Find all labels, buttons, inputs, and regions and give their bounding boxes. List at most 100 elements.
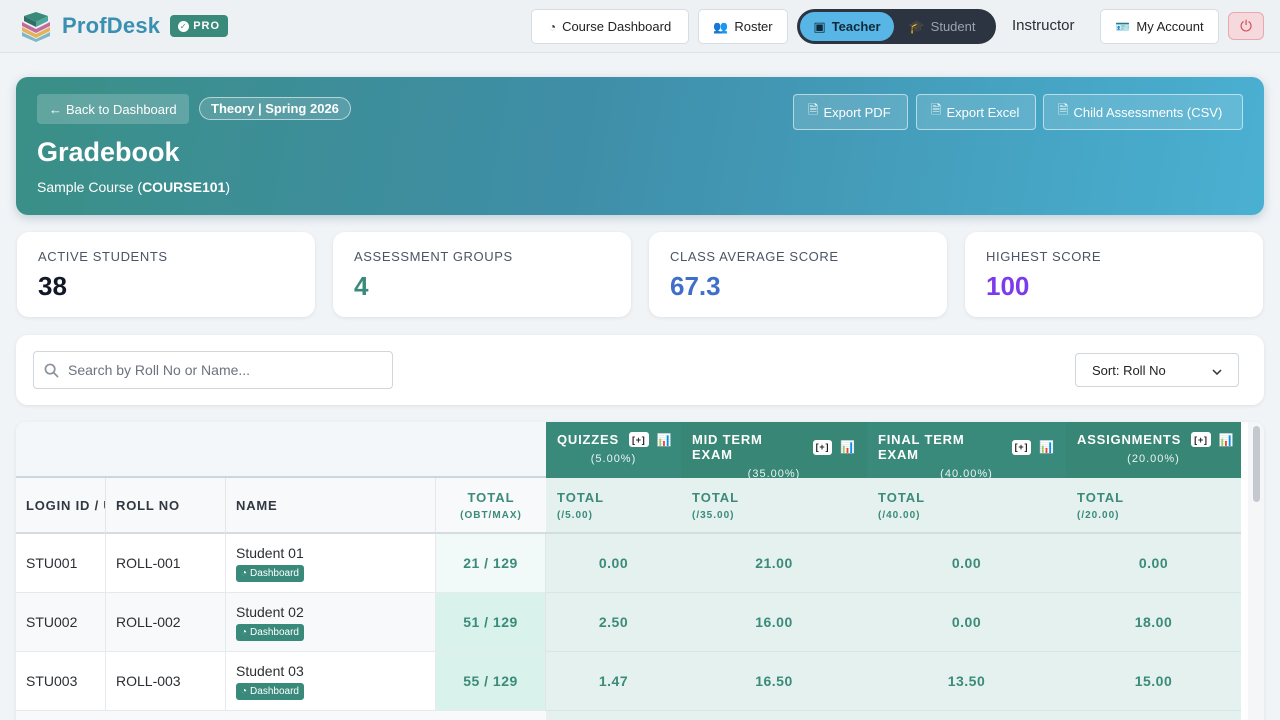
power-icon: ⏻ — [1240, 17, 1252, 35]
course-name: Sample Course — [37, 179, 134, 195]
graduation-cap-icon: 🎓 — [908, 18, 925, 34]
expand-group-button[interactable]: [+] — [1191, 432, 1211, 447]
cell-score-quizzes[interactable]: 1.47 — [546, 652, 681, 711]
student-dashboard-button[interactable]: ◔ Dashboard — [236, 623, 304, 641]
group-name: QUIZZES — [557, 432, 619, 447]
cell-score-quizzes[interactable]: 0.00 — [546, 534, 681, 593]
brand-name: ProfDesk — [62, 13, 161, 38]
cell-roll: ROLL-001 — [106, 534, 226, 593]
cell-score-final-term[interactable]: 13.50 — [867, 652, 1066, 711]
cell-score-assignments[interactable]: 15.00 — [1066, 652, 1241, 711]
student-name[interactable]: Student 01 — [236, 545, 304, 561]
bar-chart-icon[interactable]: 📊 — [1039, 440, 1055, 454]
cell-score-mid-term[interactable]: 16.50 — [681, 652, 867, 711]
table-row-partial — [16, 711, 546, 720]
group-name: FINAL TERM EXAM — [878, 432, 965, 462]
column-header-quizzes-total[interactable]: TOTAL (/5.00) — [546, 478, 681, 534]
roster-button[interactable]: 👥 Roster — [698, 9, 788, 44]
total-label: TOTAL — [467, 489, 515, 505]
gauge-icon: ◔ — [241, 685, 248, 697]
stat-label: HIGHEST SCORE — [986, 249, 1102, 264]
stat-card-highest-score: HIGHEST SCORE 100 — [965, 232, 1263, 317]
cell-score-final-term[interactable]: 0.00 — [867, 534, 1066, 593]
cell-score-assignments[interactable]: 18.00 — [1066, 593, 1241, 652]
column-header-roll[interactable]: ROLL NO — [106, 478, 226, 534]
term-badge: Theory | Spring 2026 — [199, 97, 351, 120]
export-excel-button[interactable]: 🗎 Export Excel — [916, 94, 1036, 130]
cell-roll: ROLL-002 — [106, 593, 226, 652]
column-header-name[interactable]: NAME — [226, 478, 436, 534]
cell-login: STU002 — [16, 593, 106, 652]
cell-score-final-term[interactable]: 0.00 — [867, 593, 1066, 652]
group-header-assignments: ASSIGNMENTS [+] 📊 (20.00%) — [1066, 422, 1241, 478]
table-row-partial-scores — [546, 711, 1241, 720]
expand-group-button[interactable]: [+] — [812, 439, 833, 455]
column-header-mid-term-total[interactable]: TOTAL (/35.00) — [681, 478, 867, 534]
role-teacher-option[interactable]: ▣ Teacher — [800, 12, 894, 41]
search-input[interactable] — [68, 362, 378, 378]
export-pdf-label: Export PDF — [823, 104, 891, 120]
student-dashboard-button[interactable]: ◔ Dashboard — [236, 682, 304, 700]
column-header-login[interactable]: LOGIN ID / USERNAME — [16, 478, 106, 534]
column-header-final-term-total[interactable]: TOTAL (/40.00) — [867, 478, 1066, 534]
stat-value: 38 — [38, 271, 67, 301]
brand[interactable]: ProfDesk ✓ PRO — [18, 10, 229, 42]
cell-score-mid-term[interactable]: 16.00 — [681, 593, 867, 652]
student-name[interactable]: Student 03 — [236, 663, 304, 679]
cell-score-assignments[interactable]: 0.00 — [1066, 534, 1241, 593]
stat-card-assessment-groups: ASSESSMENT GROUPS 4 — [333, 232, 631, 317]
my-account-button[interactable]: 🪪 My Account — [1100, 9, 1219, 44]
dashboard-badge-label: Dashboard — [250, 567, 299, 579]
child-assessments-csv-button[interactable]: 🗎 Child Assessments (CSV) — [1043, 94, 1243, 130]
group-total-max: (/20.00) — [1077, 509, 1120, 521]
table-scrollbar-thumb[interactable] — [1253, 426, 1260, 502]
bar-chart-icon[interactable]: 📊 — [657, 433, 673, 447]
books-logo-icon — [22, 12, 50, 42]
group-total-max: (/35.00) — [692, 509, 735, 521]
cell-total: 21 / 129 — [436, 534, 546, 593]
cell-login: STU001 — [16, 534, 106, 593]
sort-selected-value: Sort: Roll No — [1092, 362, 1166, 378]
logout-button[interactable]: ⏻ — [1228, 12, 1264, 40]
gauge-icon: ◔ — [548, 19, 557, 34]
user-role-label: Instructor — [1012, 17, 1075, 34]
student-dashboard-button[interactable]: ◔ Dashboard — [236, 564, 304, 582]
group-weight: (20.00%) — [1127, 453, 1180, 465]
dashboard-badge-label: Dashboard — [250, 626, 299, 638]
group-weight: (5.00%) — [590, 453, 637, 465]
course-subtitle: Sample Course (COURSE101) — [37, 179, 230, 195]
back-to-dashboard-button[interactable]: ← Back to Dashboard — [37, 94, 189, 124]
student-name[interactable]: Student 02 — [236, 604, 304, 620]
column-header-assignments-total[interactable]: TOTAL (/20.00) — [1066, 478, 1241, 534]
role-student-option[interactable]: 🎓 Student — [894, 12, 990, 41]
child-csv-label: Child Assessments (CSV) — [1073, 104, 1223, 120]
filter-toolbar: Sort: Roll No — [16, 335, 1264, 405]
group-total-label: TOTAL — [878, 489, 926, 505]
stat-label: ACTIVE STUDENTS — [38, 249, 168, 264]
stat-card-class-average: CLASS AVERAGE SCORE 67.3 — [649, 232, 947, 317]
stat-value: 4 — [354, 271, 369, 301]
expand-group-button[interactable]: [+] — [1011, 439, 1032, 455]
bar-chart-icon[interactable]: 📊 — [840, 440, 856, 454]
back-label: Back to Dashboard — [66, 101, 177, 117]
pro-badge-label: PRO — [193, 20, 221, 32]
export-excel-label: Export Excel — [946, 104, 1020, 120]
course-dashboard-button[interactable]: ◔ Course Dashboard — [531, 9, 689, 44]
group-total-label: TOTAL — [557, 489, 605, 505]
bar-chart-icon[interactable]: 📊 — [1219, 433, 1235, 447]
group-total-max: (/40.00) — [878, 509, 921, 521]
stat-value: 100 — [986, 271, 1030, 301]
gauge-icon: ◔ — [241, 567, 248, 579]
course-dashboard-label: Course Dashboard — [562, 19, 672, 34]
gauge-icon: ◔ — [241, 626, 248, 638]
export-pdf-button[interactable]: 🗎 Export PDF — [793, 94, 908, 130]
search-box — [33, 351, 393, 389]
cell-score-quizzes[interactable]: 2.50 — [546, 593, 681, 652]
sort-select[interactable]: Sort: Roll No — [1075, 353, 1239, 387]
expand-group-button[interactable]: [+] — [628, 432, 649, 447]
column-header-total[interactable]: TOTAL (OBT/MAX) — [436, 478, 546, 534]
users-icon: 👥 — [713, 19, 729, 34]
stat-label: ASSESSMENT GROUPS — [354, 249, 513, 264]
cell-score-mid-term[interactable]: 21.00 — [681, 534, 867, 593]
group-header-final-term: FINAL TERM EXAM [+] 📊 (40.00%) — [867, 422, 1066, 480]
